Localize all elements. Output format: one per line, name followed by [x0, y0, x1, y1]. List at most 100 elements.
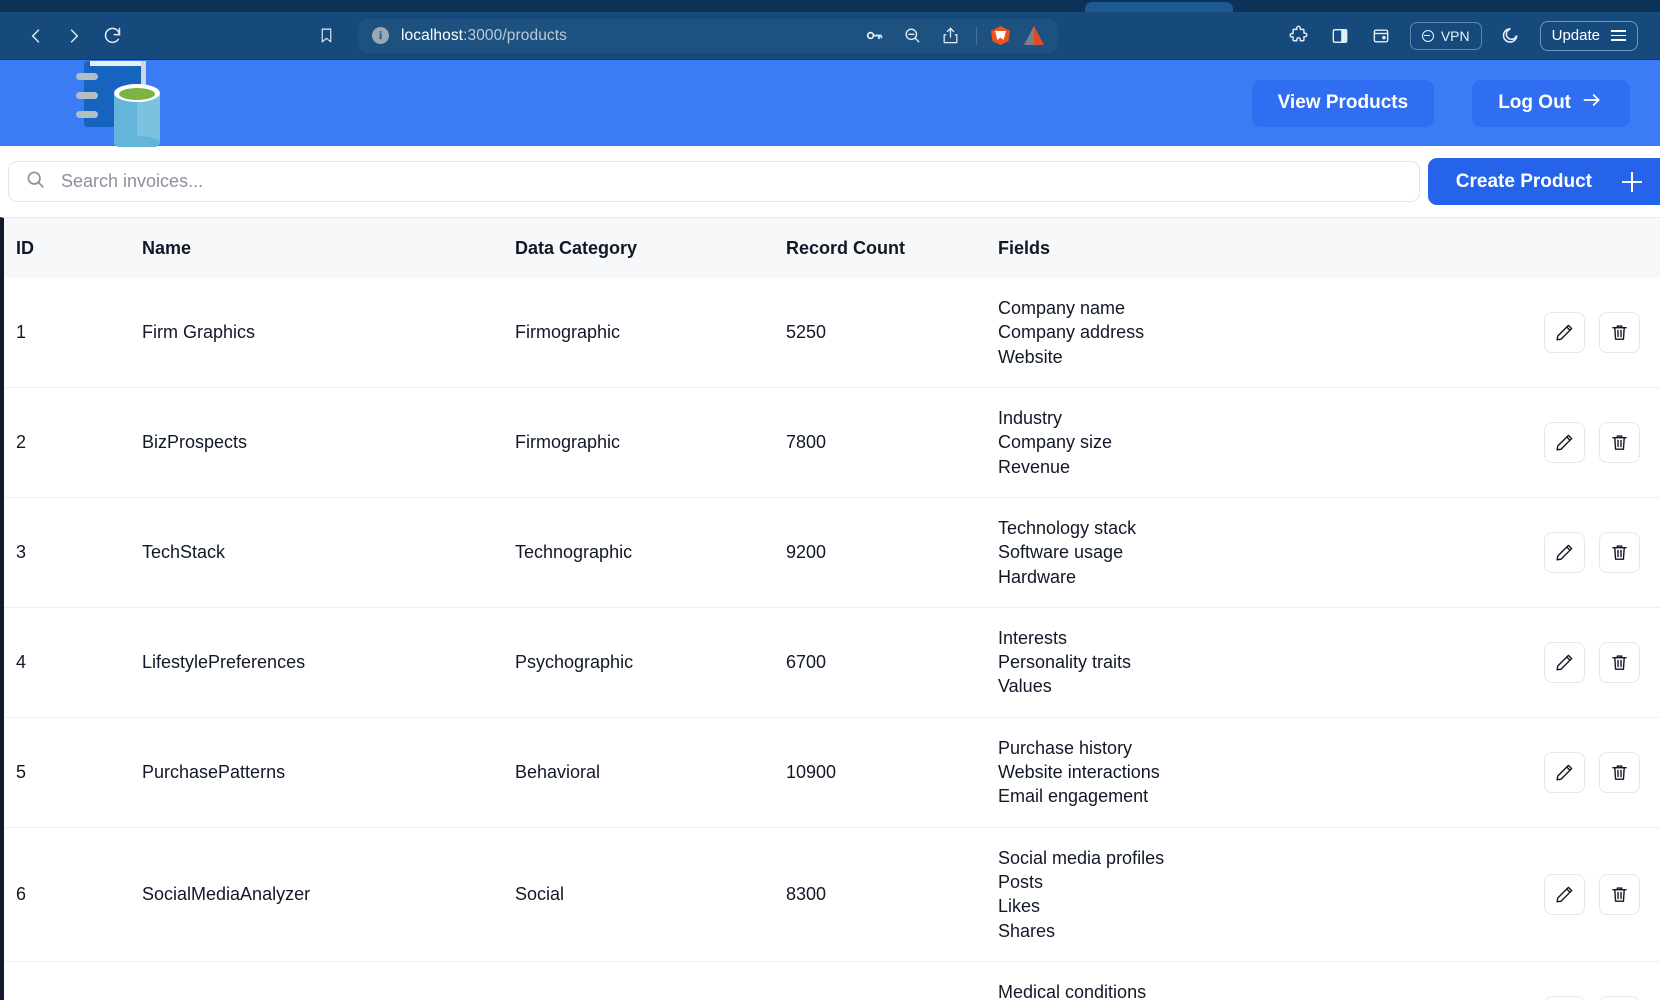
row-actions [1460, 995, 1660, 1000]
arrow-right-icon [1580, 90, 1604, 116]
field-item: Values [998, 676, 1052, 697]
back-chevron-icon[interactable] [24, 24, 48, 48]
cell-fields: Interests Personality traits Values [998, 626, 1460, 699]
field-item: Medical conditions [998, 981, 1147, 1000]
cell-fields: Social media profiles Posts Likes Shares [998, 846, 1460, 943]
field-item: Personality traits [998, 652, 1132, 673]
trash-delete-icon[interactable] [1599, 873, 1640, 915]
share-icon[interactable] [938, 24, 962, 48]
cell-id: 1 [16, 321, 27, 342]
field-item: Social media profiles [998, 847, 1165, 868]
address-bar[interactable]: i localhost:3000/products [358, 18, 1058, 53]
log-out-button[interactable]: Log Out [1472, 79, 1630, 127]
field-item: Website [998, 346, 1063, 367]
trash-delete-icon[interactable] [1599, 641, 1640, 683]
products-table: ID Name Data Category Record Count Field… [0, 217, 1660, 1000]
cell-fields: Technology stack Software usage Hardware [998, 516, 1460, 589]
pencil-edit-icon[interactable] [1544, 421, 1585, 463]
trash-delete-icon[interactable] [1599, 751, 1640, 793]
cell-id: 3 [16, 541, 27, 562]
search-box[interactable] [8, 161, 1420, 202]
browser-chrome: i localhost:3000/products VPN Update [0, 0, 1660, 60]
field-item: Company name [998, 298, 1126, 318]
profile-avatar-icon[interactable] [1499, 24, 1523, 48]
table-row: 4 LifestylePreferences Psychographic 6700 In… [4, 607, 1660, 718]
row-actions [1460, 311, 1660, 353]
view-products-button[interactable]: View Products [1251, 79, 1435, 127]
table-row: 3 TechStack Technographic 9200 Technology st… [4, 497, 1660, 608]
field-item: Shares [998, 920, 1056, 941]
extensions-puzzle-icon[interactable] [1287, 24, 1311, 48]
app-header: View Products Log Out [0, 60, 1660, 150]
bookmark-icon[interactable] [314, 24, 338, 48]
column-header-fields: Fields [998, 237, 1051, 258]
trash-delete-icon[interactable] [1599, 311, 1640, 353]
cell-category: Social [515, 883, 565, 904]
column-header-count: Record Count [786, 237, 905, 258]
cell-name: Firm Graphics [142, 321, 256, 342]
search-toolbar: Create Product [0, 146, 1660, 217]
row-actions [1460, 531, 1660, 573]
zoom-out-icon[interactable] [900, 24, 924, 48]
cell-id: 4 [16, 651, 27, 672]
cell-fields: Industry Company size Revenue [998, 406, 1460, 479]
warning-triangle-icon[interactable] [1024, 26, 1044, 45]
cell-id: 6 [16, 883, 27, 904]
brave-wallet-icon[interactable] [1369, 24, 1393, 48]
trash-delete-icon[interactable] [1599, 995, 1640, 1000]
field-item: Email engagement [998, 786, 1149, 807]
field-item: Posts [998, 872, 1044, 892]
cell-name: SocialMediaAnalyzer [142, 883, 311, 904]
column-header-category: Data Category [515, 237, 638, 258]
field-item: Software usage [998, 542, 1124, 563]
cell-record-count: 7800 [786, 431, 827, 452]
cell-name: BizProspects [142, 431, 248, 452]
url-host: localhost [401, 26, 464, 44]
reload-icon[interactable] [100, 24, 124, 48]
pencil-edit-icon[interactable] [1544, 641, 1585, 683]
pencil-edit-icon[interactable] [1544, 531, 1585, 573]
cell-fields: Medical conditionsMedicationsInsurance p… [998, 980, 1460, 1000]
field-item: Technology stack [998, 517, 1137, 538]
cell-record-count: 9200 [786, 541, 827, 562]
table-header-row: ID Name Data Category Record Count Field… [4, 218, 1660, 278]
hamburger-menu-icon[interactable] [1611, 30, 1626, 41]
field-item: Industry [998, 407, 1063, 428]
field-item: Likes [998, 896, 1041, 917]
cell-name: PurchasePatterns [142, 761, 286, 782]
cell-category: Firmographic [515, 431, 621, 452]
plus-icon [1622, 171, 1642, 192]
vpn-button[interactable]: VPN [1409, 21, 1482, 50]
pencil-edit-icon[interactable] [1544, 311, 1585, 353]
field-item: Website interactions [998, 762, 1160, 783]
cell-name: TechStack [142, 541, 226, 562]
search-input[interactable] [61, 171, 1403, 192]
trash-delete-icon[interactable] [1599, 421, 1640, 463]
forward-chevron-icon[interactable] [62, 24, 86, 48]
cell-id: 5 [16, 761, 27, 782]
cell-record-count: 10900 [786, 761, 837, 782]
pencil-edit-icon[interactable] [1544, 995, 1585, 1000]
site-info-icon[interactable]: i [372, 27, 389, 44]
row-actions [1460, 751, 1660, 793]
field-item: Interests [998, 627, 1068, 648]
browser-tab-strip [0, 0, 1660, 14]
create-product-button[interactable]: Create Product [1427, 158, 1660, 205]
cell-name: LifestylePreferences [142, 651, 306, 672]
create-product-label: Create Product [1455, 170, 1592, 192]
cell-category: Firmographic [515, 321, 621, 342]
url-path: :3000/products [463, 26, 568, 44]
cell-category: Psychographic [515, 651, 634, 672]
brave-shields-lion-icon[interactable] [991, 26, 1010, 45]
pencil-edit-icon[interactable] [1544, 873, 1585, 915]
table-row: 6 SocialMediaAnalyzer Social 8300 Social med… [4, 827, 1660, 962]
cell-record-count: 5250 [786, 321, 827, 342]
password-key-icon[interactable] [862, 24, 886, 48]
sidebar-panel-icon[interactable] [1328, 24, 1352, 48]
pencil-edit-icon[interactable] [1544, 751, 1585, 793]
column-header-id: ID [16, 237, 34, 258]
update-button[interactable]: Update [1539, 20, 1638, 51]
table-row: 1 Firm Graphics Firmographic 5250 Company na… [4, 278, 1660, 388]
trash-delete-icon[interactable] [1599, 531, 1640, 573]
acme-database-logo [62, 55, 174, 150]
